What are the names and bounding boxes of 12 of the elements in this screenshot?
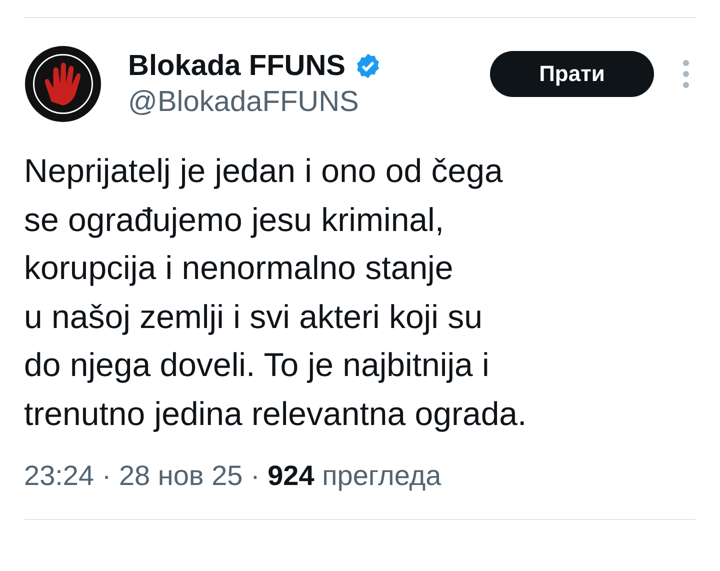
follow-button[interactable]: Прати: [490, 51, 654, 97]
post-text-line: Neprijatelj je jedan i ono od čega: [24, 151, 503, 191]
more-options-icon[interactable]: [682, 59, 690, 89]
post-text-line: se ograđujemo jesu kriminal,: [24, 200, 444, 240]
post-text-line: do njega doveli. To je najbitnija i: [24, 345, 490, 385]
post-text-line: korupcija i nenormalno stanje: [24, 248, 454, 288]
post-timestamp-views: 23:24 · 28 нов 25 · 924 прегледа: [24, 460, 442, 491]
post-text-line: u našoj zemlji i svi akteri koji su: [24, 296, 482, 337]
account-name: Blokada FFUNS: [128, 49, 346, 84]
post-text-line: trenutno jedina relevantna ograda.: [24, 394, 527, 434]
avatar-icon: [24, 45, 102, 123]
account-handle[interactable]: @BlokadaFFUNS: [128, 84, 359, 120]
